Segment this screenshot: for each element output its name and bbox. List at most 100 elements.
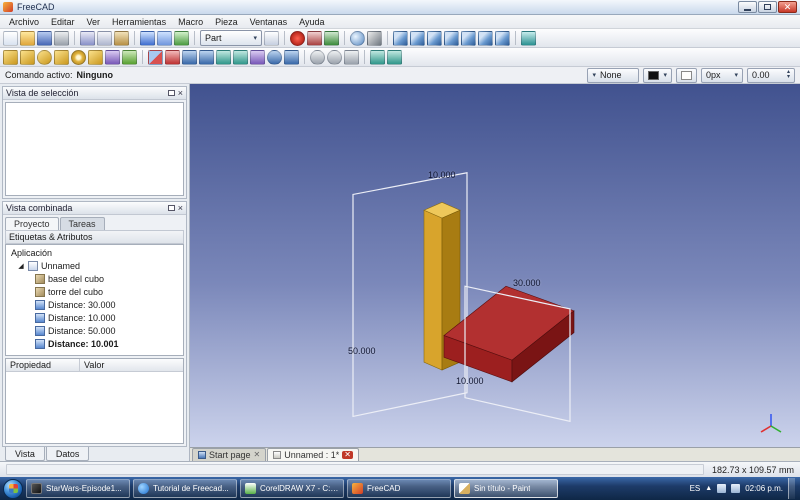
view-top-icon[interactable]: [427, 31, 442, 46]
macro-execute-icon[interactable]: [324, 31, 339, 46]
fillet-icon[interactable]: [267, 50, 282, 65]
print-icon[interactable]: [54, 31, 69, 46]
thickness-icon[interactable]: [387, 50, 402, 65]
torus-icon[interactable]: [71, 50, 86, 65]
boolean-cut-icon[interactable]: [165, 50, 180, 65]
float-panel-icon[interactable]: [168, 90, 175, 96]
tree-document[interactable]: ◢ Unnamed: [7, 259, 182, 272]
paste-icon[interactable]: [114, 31, 129, 46]
section-icon[interactable]: [344, 50, 359, 65]
property-column-header[interactable]: Propiedad: [6, 359, 80, 371]
value-column-header[interactable]: Valor: [80, 359, 183, 371]
view-axonometric-icon[interactable]: [393, 31, 408, 46]
close-tab-icon[interactable]: ✕: [342, 451, 353, 459]
primitives-icon[interactable]: [105, 50, 120, 65]
line-width-selector[interactable]: 0px ▾: [701, 68, 743, 83]
tab-proyecto[interactable]: Proyecto: [5, 217, 59, 230]
new-document-icon[interactable]: [3, 31, 18, 46]
copy-icon[interactable]: [97, 31, 112, 46]
clock[interactable]: 02:06 p.m.: [745, 484, 783, 493]
cut-icon[interactable]: [80, 31, 95, 46]
expander-icon[interactable]: ◢: [17, 262, 25, 270]
mirror-icon[interactable]: [250, 50, 265, 65]
measure-distance-icon[interactable]: [521, 31, 536, 46]
workbench-selector[interactable]: Part ▾: [200, 30, 262, 46]
volume-icon[interactable]: [731, 484, 740, 493]
cone-icon[interactable]: [54, 50, 69, 65]
close-panel-icon[interactable]: ×: [178, 204, 183, 212]
viewport-canvas[interactable]: 10.000 30.000 50.000 10.000: [190, 84, 800, 447]
size-spinbox[interactable]: 0.00 ▴▾: [747, 68, 795, 83]
tree-item-distance-4[interactable]: Distance: 10.001: [7, 337, 182, 350]
tab-datos[interactable]: Datos: [46, 447, 90, 461]
offset-icon[interactable]: [370, 50, 385, 65]
box-icon[interactable]: [3, 50, 18, 65]
union-icon[interactable]: [182, 50, 197, 65]
base-box[interactable]: [444, 286, 574, 382]
cylinder-icon[interactable]: [20, 50, 35, 65]
close-button[interactable]: ✕: [778, 1, 797, 13]
tree-item-torre-del-cubo[interactable]: torre del cubo: [7, 285, 182, 298]
tree-item-distance-1[interactable]: Distance: 30.000: [7, 298, 182, 311]
view-front-icon[interactable]: [410, 31, 425, 46]
maximize-button[interactable]: [758, 1, 777, 13]
draw-style-icon[interactable]: [367, 31, 382, 46]
taskbar-item-coreldraw[interactable]: CorelDRAW X7 - C:\...: [240, 479, 344, 498]
tube-icon[interactable]: [88, 50, 103, 65]
selection-view-content[interactable]: [5, 102, 184, 196]
save-icon[interactable]: [37, 31, 52, 46]
extrude-icon[interactable]: [216, 50, 231, 65]
minimize-button[interactable]: [738, 1, 757, 13]
loft-icon[interactable]: [310, 50, 325, 65]
float-panel-icon[interactable]: [168, 205, 175, 211]
titlebar[interactable]: FreeCAD ✕: [0, 0, 800, 15]
sweep-icon[interactable]: [327, 50, 342, 65]
fit-all-icon[interactable]: [350, 31, 365, 46]
network-icon[interactable]: [717, 484, 726, 493]
close-panel-icon[interactable]: ×: [178, 89, 183, 97]
view-right-icon[interactable]: [444, 31, 459, 46]
menu-ventanas[interactable]: Ventanas: [244, 16, 294, 28]
intersection-icon[interactable]: [199, 50, 214, 65]
taskbar-item-freecad[interactable]: FreeCAD: [347, 479, 451, 498]
layer-selector[interactable]: ▾ None: [587, 68, 639, 83]
menu-archivo[interactable]: Archivo: [3, 16, 45, 28]
tab-unnamed-document[interactable]: Unnamed : 1* ✕: [267, 448, 359, 461]
spinner-arrows-icon[interactable]: ▴▾: [787, 70, 790, 80]
tab-start-page[interactable]: Start page ✕: [192, 448, 266, 461]
view-bottom-icon[interactable]: [478, 31, 493, 46]
menu-herramientas[interactable]: Herramientas: [106, 16, 172, 28]
whats-this-icon[interactable]: [264, 31, 279, 46]
taskbar-item-paint[interactable]: Sin título - Paint: [454, 479, 558, 498]
tree-item-distance-3[interactable]: Distance: 50.000: [7, 324, 182, 337]
start-button[interactable]: [3, 479, 23, 499]
refresh-icon[interactable]: [174, 31, 189, 46]
sphere-icon[interactable]: [37, 50, 52, 65]
taskbar-item-tutorial[interactable]: Tutorial de Freecad...: [133, 479, 237, 498]
chamfer-icon[interactable]: [284, 50, 299, 65]
combo-view-titlebar[interactable]: Vista combinada ×: [3, 202, 186, 215]
undo-icon[interactable]: [140, 31, 155, 46]
hidden-icons-icon[interactable]: ▲: [705, 485, 712, 492]
menu-editar[interactable]: Editar: [45, 16, 81, 28]
taskbar-item-starwars[interactable]: StarWars-Episode1...: [26, 479, 130, 498]
selection-view-titlebar[interactable]: Vista de selección ×: [3, 87, 186, 100]
language-indicator[interactable]: ES: [690, 484, 701, 493]
menu-ver[interactable]: Ver: [81, 16, 107, 28]
show-desktop-button[interactable]: [788, 478, 795, 499]
open-folder-icon[interactable]: [20, 31, 35, 46]
view-left-icon[interactable]: [495, 31, 510, 46]
tab-tareas[interactable]: Tareas: [60, 217, 105, 230]
tree-item-distance-2[interactable]: Distance: 10.000: [7, 311, 182, 324]
tree-root[interactable]: Aplicación: [7, 246, 182, 259]
menu-ayuda[interactable]: Ayuda: [293, 16, 330, 28]
macro-record-icon[interactable]: [290, 31, 305, 46]
macro-stop-icon[interactable]: [307, 31, 322, 46]
menu-macro[interactable]: Macro: [172, 16, 209, 28]
boolean-icon[interactable]: [148, 50, 163, 65]
tab-vista[interactable]: Vista: [5, 447, 45, 461]
line-color-button[interactable]: ▾: [643, 68, 672, 83]
view-rear-icon[interactable]: [461, 31, 476, 46]
close-tab-icon[interactable]: ✕: [254, 451, 261, 459]
face-color-button[interactable]: [676, 68, 697, 83]
